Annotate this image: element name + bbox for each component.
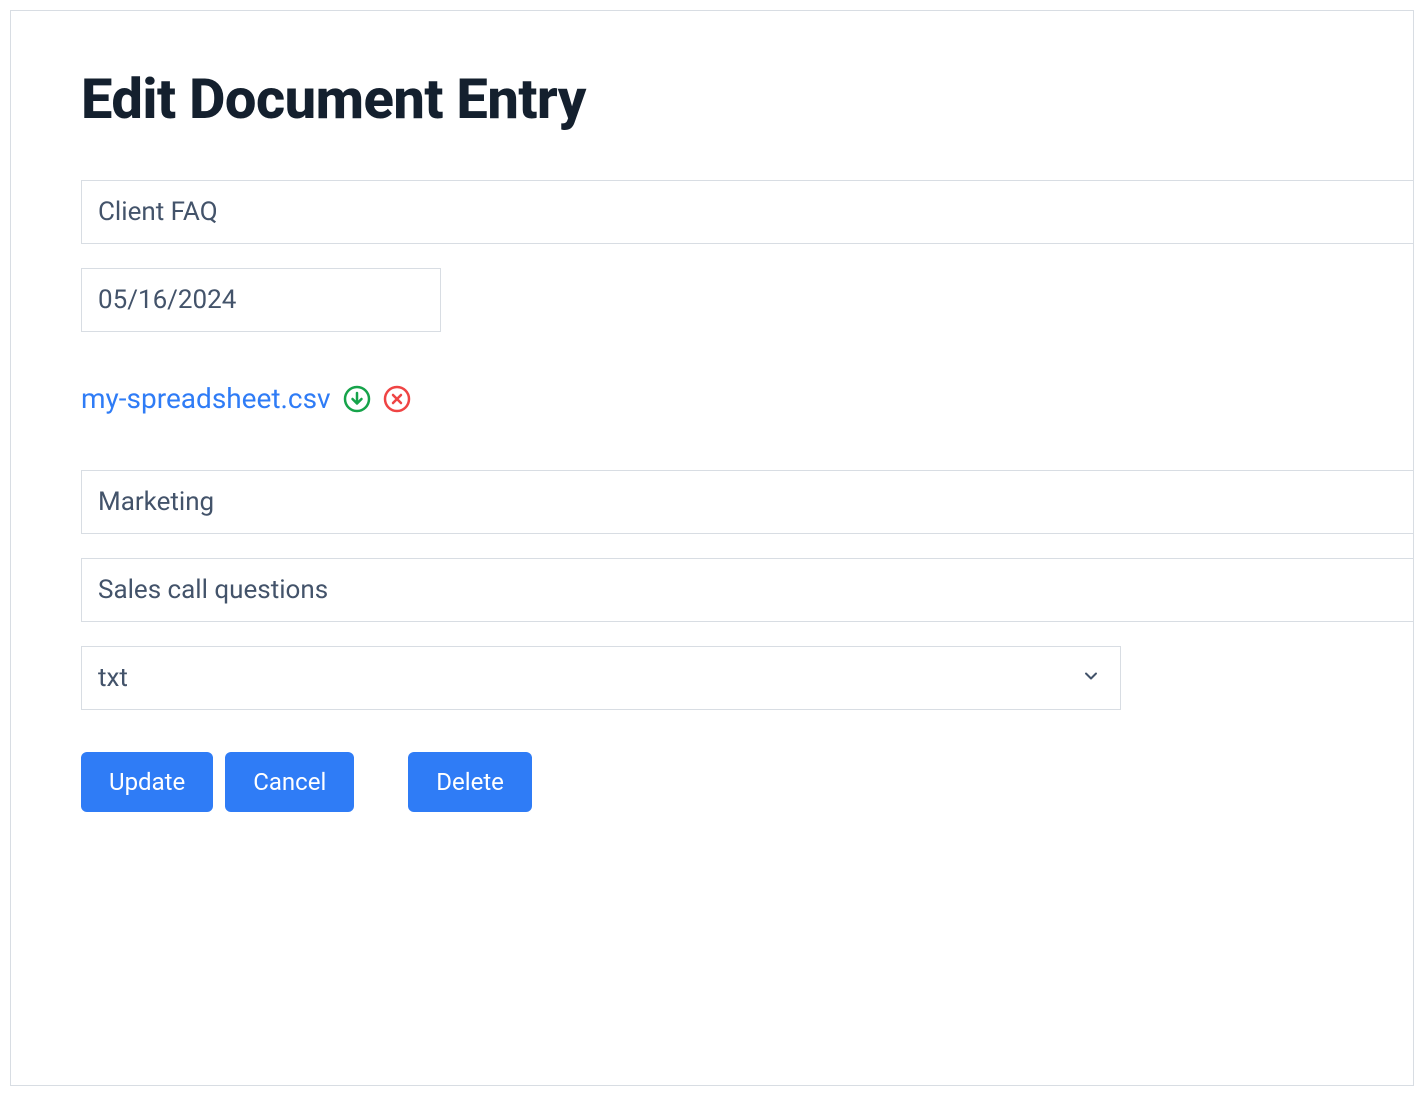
page-title: Edit Document Entry	[81, 66, 1413, 132]
close-circle-icon	[383, 385, 411, 413]
cancel-button[interactable]: Cancel	[225, 752, 354, 812]
title-field-row	[81, 180, 1413, 244]
attachment-filename-link[interactable]: my-spreadsheet.csv	[81, 382, 331, 415]
document-format-select[interactable]: txt	[81, 646, 1121, 710]
edit-document-panel: Edit Document Entry my-spreadsheet.csv t	[10, 10, 1414, 1086]
date-field-row	[81, 268, 1413, 332]
document-description-input[interactable]	[81, 558, 1413, 622]
download-attachment-button[interactable]	[343, 385, 371, 413]
document-title-input[interactable]	[81, 180, 1413, 244]
format-field-row: txt	[81, 646, 1121, 710]
action-button-row: Update Cancel Delete	[81, 752, 1413, 812]
category-field-row	[81, 470, 1413, 534]
remove-attachment-button[interactable]	[383, 385, 411, 413]
attachment-row: my-spreadsheet.csv	[81, 382, 1413, 415]
document-category-input[interactable]	[81, 470, 1413, 534]
document-date-input[interactable]	[81, 268, 441, 332]
description-field-row	[81, 558, 1413, 622]
update-button[interactable]: Update	[81, 752, 213, 812]
download-icon	[343, 385, 371, 413]
delete-button[interactable]: Delete	[408, 752, 532, 812]
